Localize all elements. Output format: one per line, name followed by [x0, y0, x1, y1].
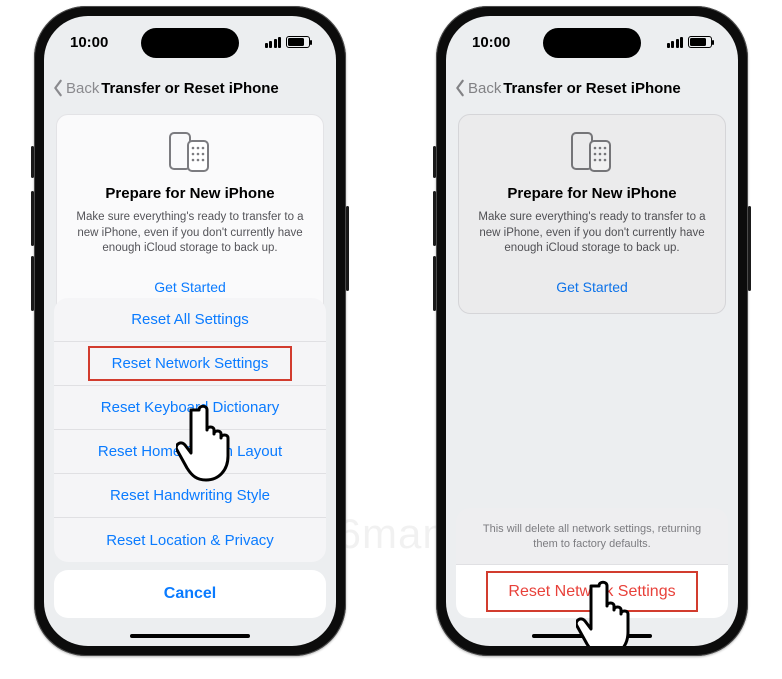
confirm-action-label: Reset Network Settings [508, 583, 675, 601]
battery-icon [688, 36, 712, 48]
cell-signal-icon [667, 37, 684, 48]
option-label: Reset Home Screen Layout [98, 443, 282, 460]
card-body: Make sure everything's ready to transfer… [71, 210, 309, 257]
reset-home-screen-layout-option[interactable]: Reset Home Screen Layout [54, 430, 326, 474]
nav-back-label: Back [468, 80, 501, 97]
option-label: Reset Keyboard Dictionary [101, 399, 279, 416]
option-label: Reset Handwriting Style [110, 487, 270, 504]
option-label: Reset Location & Privacy [106, 532, 274, 549]
navigation-bar: Back Transfer or Reset iPhone [446, 68, 738, 108]
phone-left: 10:00 Back Transfer or Reset iPhone [34, 6, 346, 656]
two-devices-icon [473, 131, 711, 175]
cell-signal-icon [265, 37, 282, 48]
card-heading: Prepare for New iPhone [71, 185, 309, 202]
reset-action-sheet: Reset All Settings Reset Network Setting… [44, 298, 336, 646]
prepare-card: Prepare for New iPhone Make sure everyth… [458, 114, 726, 314]
battery-icon [286, 36, 310, 48]
reset-network-settings-confirm[interactable]: Reset Network Settings [456, 564, 728, 618]
reset-network-settings-option[interactable]: Reset Network Settings [54, 342, 326, 386]
nav-back-button[interactable]: Back [454, 68, 501, 108]
home-indicator[interactable] [130, 634, 250, 638]
option-label: Reset All Settings [131, 311, 249, 328]
reset-keyboard-dictionary-option[interactable]: Reset Keyboard Dictionary [54, 386, 326, 430]
chevron-left-icon [52, 79, 64, 97]
status-time: 10:00 [70, 34, 108, 51]
get-started-button[interactable]: Get Started [473, 271, 711, 303]
reset-handwriting-style-option[interactable]: Reset Handwriting Style [54, 474, 326, 518]
confirm-action-sheet: This will delete all network settings, r… [446, 508, 738, 646]
navigation-bar: Back Transfer or Reset iPhone [44, 68, 336, 108]
phone-right: 10:00 Back Transfer or Reset iPhone [436, 6, 748, 656]
chevron-left-icon [454, 79, 466, 97]
dynamic-island [141, 28, 239, 58]
nav-back-label: Back [66, 80, 99, 97]
nav-title: Transfer or Reset iPhone [503, 80, 681, 97]
prepare-card: Prepare for New iPhone Make sure everyth… [56, 114, 324, 314]
cancel-button[interactable]: Cancel [54, 570, 326, 618]
home-indicator[interactable] [532, 634, 652, 638]
two-devices-icon [71, 131, 309, 175]
confirm-message: This will delete all network settings, r… [456, 508, 728, 564]
option-label: Reset Network Settings [112, 355, 269, 372]
dynamic-island [543, 28, 641, 58]
card-heading: Prepare for New iPhone [473, 185, 711, 202]
reset-location-privacy-option[interactable]: Reset Location & Privacy [54, 518, 326, 562]
status-time: 10:00 [472, 34, 510, 51]
card-body: Make sure everything's ready to transfer… [473, 210, 711, 257]
reset-all-settings-option[interactable]: Reset All Settings [54, 298, 326, 342]
nav-back-button[interactable]: Back [52, 68, 99, 108]
nav-title: Transfer or Reset iPhone [101, 80, 279, 97]
